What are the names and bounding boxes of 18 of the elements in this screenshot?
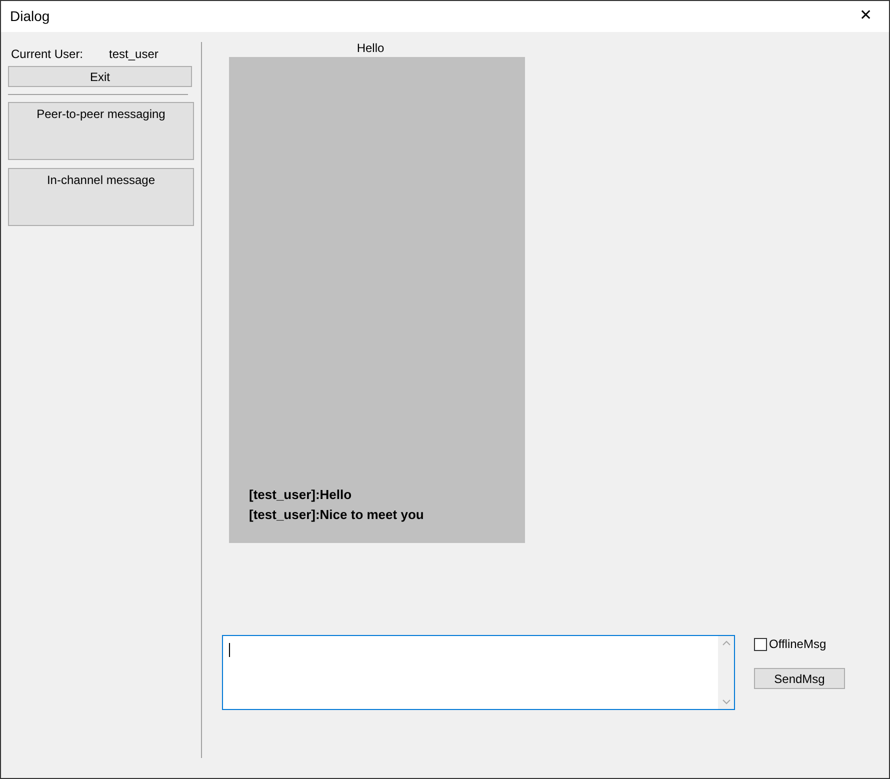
- text-cursor: [229, 643, 230, 657]
- user-label: Current User:: [11, 46, 84, 63]
- window-title: Dialog: [9, 7, 50, 26]
- message-input[interactable]: [222, 635, 735, 710]
- send-button[interactable]: SendMsg: [754, 668, 845, 689]
- checkbox-label: OfflineMsg: [769, 636, 826, 653]
- nav-button[interactable]: Peer-to-peer messaging: [8, 102, 194, 160]
- chat-message: [test_user]:Hello: [249, 486, 352, 504]
- chat-title: Hello: [356, 40, 386, 57]
- scroll-down-icon[interactable]: [722, 699, 730, 705]
- exit-button[interactable]: Exit: [8, 66, 192, 87]
- close-button[interactable]: ✕: [843, 1, 889, 32]
- user-name: test_user: [109, 46, 158, 63]
- nav-button[interactable]: In-channel message: [8, 168, 194, 226]
- scroll-up-icon[interactable]: [722, 640, 730, 646]
- chat-message: [test_user]:Nice to meet you: [249, 506, 424, 524]
- scrollbar[interactable]: [718, 636, 734, 709]
- checkbox[interactable]: [754, 638, 767, 650]
